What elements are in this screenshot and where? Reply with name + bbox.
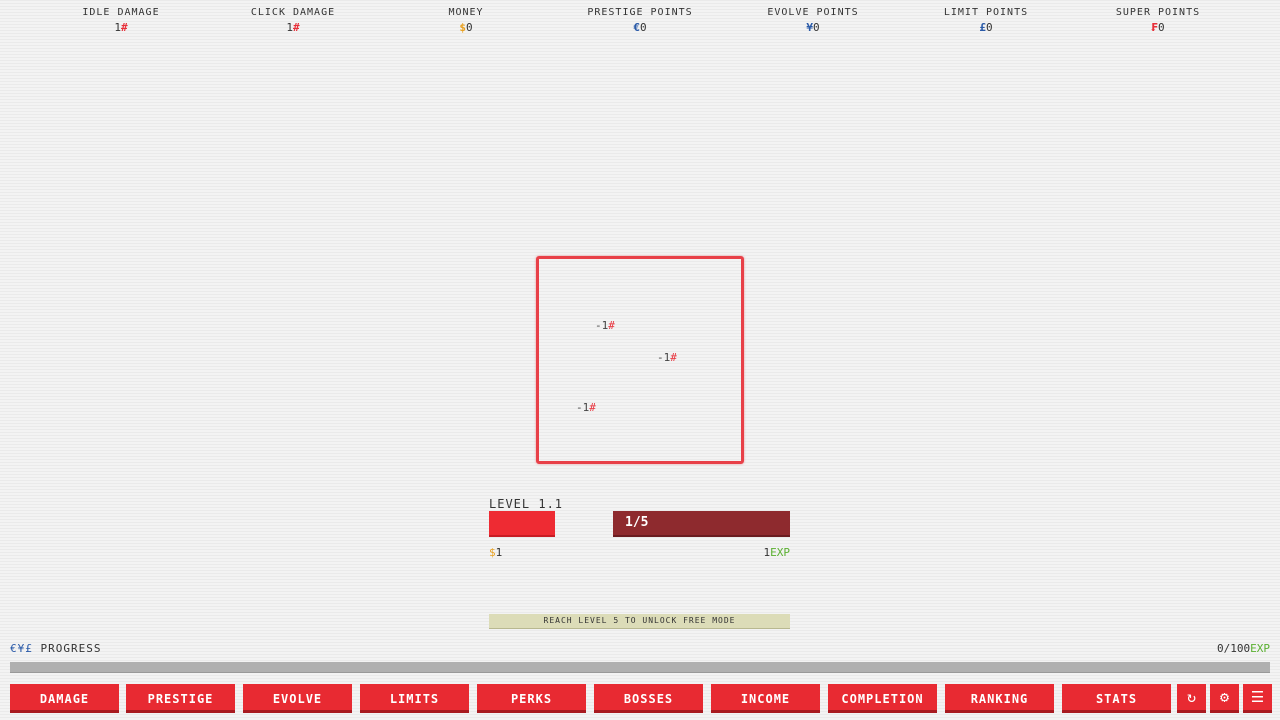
- stat-value: 0: [813, 21, 820, 34]
- stat-label: SUPER POINTS: [1115, 7, 1201, 18]
- stat-label: CLICK DAMAGE: [250, 7, 336, 18]
- limit-symbol: £: [979, 21, 986, 34]
- exp-unit: EXP: [770, 546, 790, 559]
- stats-button[interactable]: STATS: [1062, 684, 1171, 713]
- stat-label: IDLE DAMAGE: [82, 7, 160, 18]
- unlock-free-mode-banner: REACH LEVEL 5 TO UNLOCK FREE MODE: [489, 614, 790, 629]
- damage-button[interactable]: DAMAGE: [10, 684, 119, 713]
- progress-label: €¥£ PROGRESS: [10, 642, 102, 655]
- stat-value: 0: [986, 21, 993, 34]
- enemy-target[interactable]: -1# -1# -1#: [536, 256, 744, 464]
- refresh-icon[interactable]: ↻: [1177, 684, 1206, 713]
- stat-label: EVOLVE POINTS: [767, 7, 859, 18]
- stat-click-damage: CLICK DAMAGE 1#: [213, 6, 373, 36]
- income-button[interactable]: INCOME: [711, 684, 820, 713]
- money-symbol: $: [459, 21, 466, 34]
- bottom-nav: DAMAGE PRESTIGE EVOLVE LIMITS PERKS BOSS…: [0, 684, 1280, 716]
- menu-icon[interactable]: ☰: [1243, 684, 1272, 713]
- stat-label: MONEY: [448, 7, 484, 18]
- stat-value: 0: [466, 21, 473, 34]
- stat-value: 0: [640, 21, 647, 34]
- completion-button[interactable]: COMPLETION: [828, 684, 937, 713]
- damage-popup: -1#: [657, 351, 677, 364]
- damage-popup: -1#: [576, 401, 596, 414]
- prestige-symbol: €: [633, 21, 640, 34]
- progress-value: 0/100EXP: [1217, 642, 1270, 655]
- money-symbol: $: [489, 546, 496, 559]
- stat-value: 1: [114, 21, 121, 34]
- stat-value: 1: [286, 21, 293, 34]
- reward-exp: 1EXP: [763, 546, 791, 559]
- damage-symbol: #: [293, 21, 300, 34]
- stat-evolve-points: EVOLVE POINTS ¥0: [733, 6, 893, 36]
- bosses-button[interactable]: BOSSES: [594, 684, 703, 713]
- damage-popup: -1#: [595, 319, 615, 332]
- currency-symbols: €¥£: [10, 642, 33, 655]
- stat-prestige-points: PRESTIGE POINTS €0: [560, 6, 720, 36]
- evolve-button[interactable]: EVOLVE: [243, 684, 352, 713]
- gear-icon[interactable]: ⚙: [1210, 684, 1239, 713]
- stat-limit-points: LIMIT POINTS £0: [906, 6, 1066, 36]
- enemy-health-bar: [489, 511, 555, 537]
- ranking-button[interactable]: RANKING: [945, 684, 1054, 713]
- stat-label: PRESTIGE POINTS: [587, 7, 693, 18]
- kill-counter: 1/5: [625, 515, 649, 530]
- damage-symbol: #: [121, 21, 128, 34]
- stat-money: MONEY $0: [386, 6, 546, 36]
- super-symbol: ₣: [1151, 21, 1158, 34]
- evolve-symbol: ¥: [806, 21, 813, 34]
- kill-counter-bar: 1/5: [613, 511, 790, 537]
- stats-bar: IDLE DAMAGE 1# CLICK DAMAGE 1# MONEY $0 …: [0, 6, 1280, 40]
- prestige-button[interactable]: PRESTIGE: [126, 684, 235, 713]
- perks-button[interactable]: PERKS: [477, 684, 586, 713]
- stat-super-points: SUPER POINTS ₣0: [1078, 6, 1238, 36]
- reward-money: $1: [489, 546, 503, 559]
- limits-button[interactable]: LIMITS: [360, 684, 469, 713]
- exp-unit: EXP: [1250, 642, 1270, 655]
- level-label: LEVEL 1.1: [489, 497, 564, 511]
- stat-idle-damage: IDLE DAMAGE 1#: [41, 6, 201, 36]
- progress-bar: [10, 662, 1270, 673]
- stat-label: LIMIT POINTS: [943, 7, 1029, 18]
- stat-value: 0: [1158, 21, 1165, 34]
